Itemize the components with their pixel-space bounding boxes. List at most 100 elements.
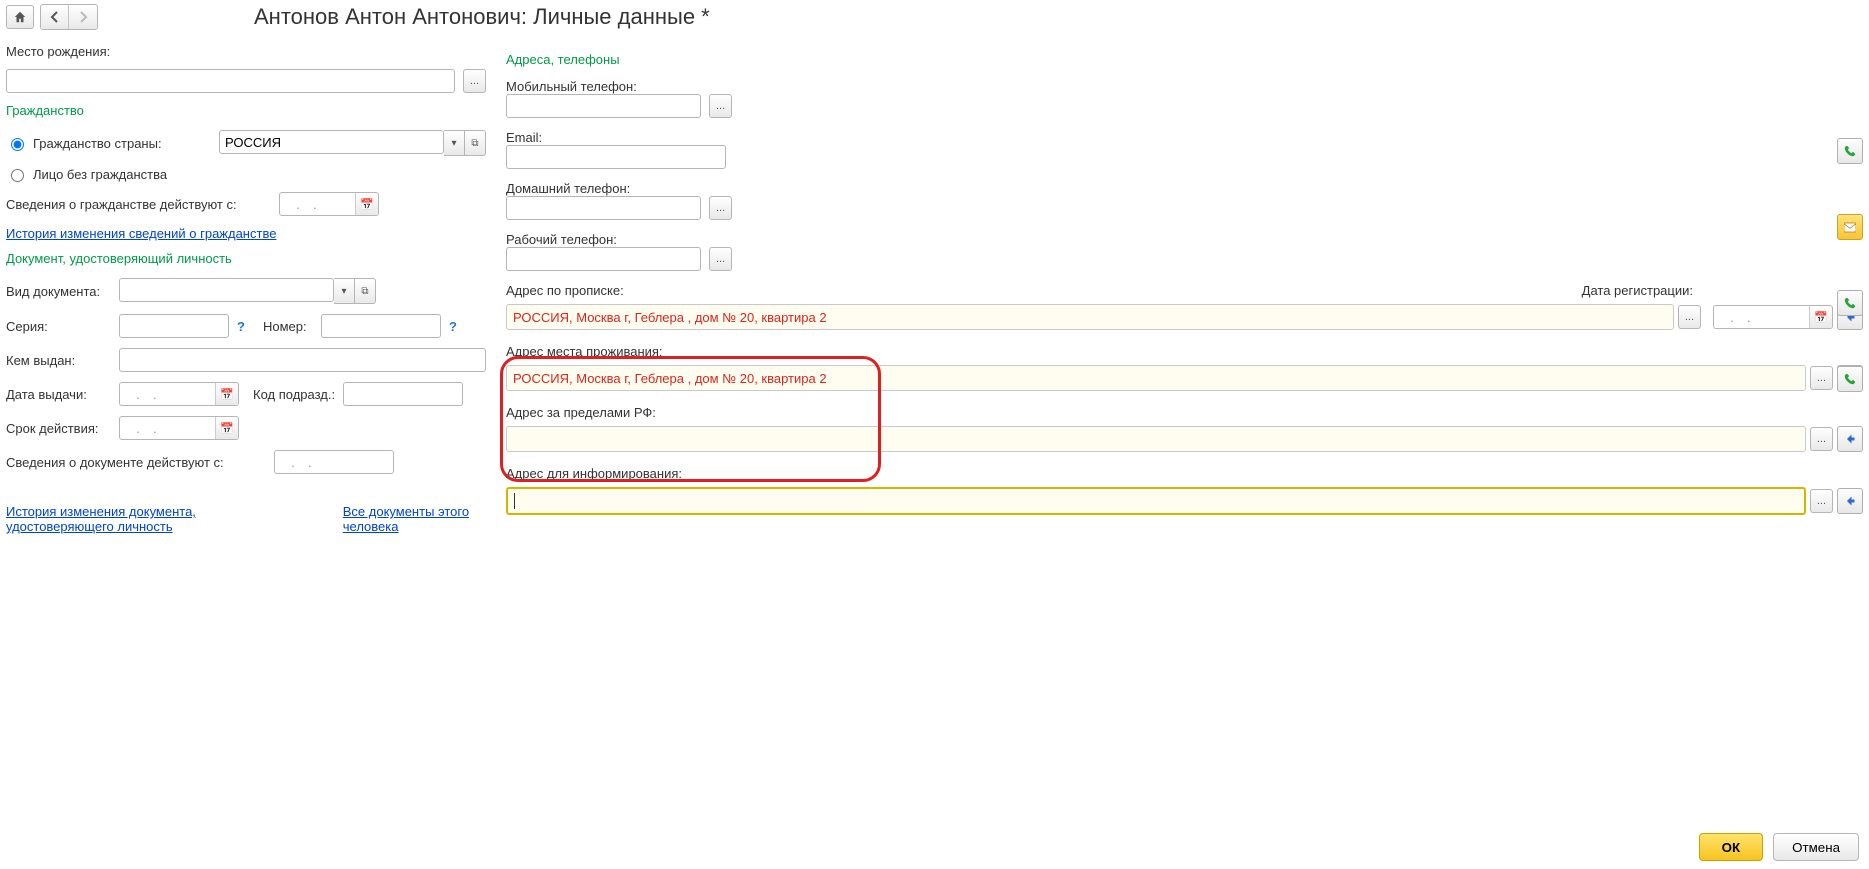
cancel-button[interactable]: Отмена xyxy=(1773,833,1859,861)
issuedate-label: Дата выдачи: xyxy=(6,387,111,402)
phone-icon xyxy=(1844,296,1856,310)
reg-date[interactable]: 📅 xyxy=(1713,305,1833,329)
mail-icon xyxy=(1844,222,1856,233)
notify-addr-label: Адрес для информирования: xyxy=(506,466,1863,481)
identity-section-title: Документ, удостоверяющий личность xyxy=(6,251,486,266)
mobile-phone-lookup-button[interactable]: ... xyxy=(709,94,732,118)
calendar-icon: 📅 xyxy=(1814,311,1828,324)
series-input[interactable] xyxy=(119,314,229,338)
chevron-down-icon: ▾ xyxy=(451,138,456,149)
text-cursor xyxy=(514,493,515,509)
country-open-button[interactable]: ⧉ xyxy=(465,130,486,156)
number-input[interactable] xyxy=(321,314,441,338)
home-phone-label: Домашний телефон: xyxy=(506,181,1863,196)
doc-history-link[interactable]: История изменения документа, удостоверяю… xyxy=(6,504,245,534)
nav-group xyxy=(40,4,98,30)
right-tools xyxy=(1837,138,1863,392)
citizenship-validfrom-label: Сведения о гражданстве действуют с: xyxy=(6,197,271,212)
notify-addr-copy-button[interactable] xyxy=(1837,488,1863,514)
reg-date-label: Дата регистрации: xyxy=(1582,283,1693,298)
chevron-down-icon: ▾ xyxy=(341,286,346,297)
live-addr-input[interactable]: РОССИЯ, Москва г, Геблера , дом № 20, кв… xyxy=(506,365,1806,391)
calendar-icon: 📅 xyxy=(220,422,234,435)
country-input[interactable] xyxy=(219,130,444,154)
reg-addr-field: РОССИЯ, Москва г, Геблера , дом № 20, кв… xyxy=(506,304,1863,330)
dial-work-button[interactable] xyxy=(1837,366,1863,392)
arrow-left-icon xyxy=(1844,494,1856,508)
birthplace-lookup-button[interactable]: ... xyxy=(463,69,486,93)
doctype-combobox[interactable]: ▾ ⧉ xyxy=(119,278,376,304)
email-label: Email: xyxy=(506,130,1863,145)
stateless-radio[interactable] xyxy=(11,169,24,182)
abroad-addr-copy-button[interactable] xyxy=(1837,426,1863,452)
all-docs-link[interactable]: Все документы этого человека xyxy=(343,504,486,534)
reg-addr-value: РОССИЯ, Москва г, Геблера , дом № 20, кв… xyxy=(513,310,827,325)
abroad-addr-lookup-button[interactable]: ... xyxy=(1810,427,1833,451)
dial-home-button[interactable] xyxy=(1837,290,1863,316)
doctype-open-button[interactable]: ⧉ xyxy=(355,278,376,304)
arrow-left-icon xyxy=(49,11,61,23)
abroad-addr-input[interactable] xyxy=(506,426,1806,452)
contacts-section-title: Адреса, телефоны xyxy=(506,52,1863,67)
send-email-button[interactable] xyxy=(1837,214,1863,240)
docinfo-validfrom-label: Сведения о документе действуют с: xyxy=(6,455,266,470)
calendar-button[interactable]: 📅 xyxy=(1809,306,1832,328)
birthplace-label: Место рождения: xyxy=(6,44,110,59)
calendar-icon: 📅 xyxy=(360,198,374,211)
notify-addr-input[interactable] xyxy=(506,487,1806,515)
work-phone-lookup-button[interactable]: ... xyxy=(709,247,732,271)
citizenship-country-radio[interactable] xyxy=(11,138,24,151)
validity-date[interactable]: 📅 xyxy=(119,416,239,440)
doctype-dropdown-button[interactable]: ▾ xyxy=(334,278,355,304)
birthplace-input[interactable] xyxy=(6,69,455,93)
work-phone-input[interactable] xyxy=(506,247,701,271)
citizenship-history-link[interactable]: История изменения сведений о гражданстве xyxy=(6,226,276,241)
notify-addr-lookup-button[interactable]: ... xyxy=(1810,489,1833,513)
forward-button[interactable] xyxy=(69,5,97,29)
reg-addr-input[interactable]: РОССИЯ, Москва г, Геблера , дом № 20, кв… xyxy=(506,304,1674,330)
number-help-icon[interactable]: ? xyxy=(449,319,457,334)
home-phone-lookup-button[interactable]: ... xyxy=(709,196,732,220)
stateless-radio-text: Лицо без гражданства xyxy=(33,167,167,182)
work-phone-label: Рабочий телефон: xyxy=(506,232,1863,247)
home-phone-input[interactable] xyxy=(506,196,701,220)
open-icon: ⧉ xyxy=(471,138,478,149)
live-addr-label: Адрес места проживания: xyxy=(506,344,1863,359)
reg-addr-label: Адрес по прописке: xyxy=(506,283,624,298)
arrow-right-icon xyxy=(77,11,89,23)
home-icon xyxy=(13,10,27,24)
calendar-button[interactable]: 📅 xyxy=(215,383,238,405)
email-input[interactable] xyxy=(506,145,726,169)
citizenship-country-radio-label[interactable]: Гражданство страны: xyxy=(6,135,211,151)
phone-icon xyxy=(1844,144,1856,158)
page-title: Антонов Антон Антонович: Личные данные * xyxy=(254,4,710,30)
back-button[interactable] xyxy=(41,5,69,29)
dial-mobile-button[interactable] xyxy=(1837,138,1863,164)
validity-label: Срок действия: xyxy=(6,421,111,436)
series-help-icon[interactable]: ? xyxy=(237,319,245,334)
calendar-button[interactable]: 📅 xyxy=(355,193,378,215)
doctype-input[interactable] xyxy=(119,278,334,302)
deptcode-input[interactable] xyxy=(343,382,463,406)
issuedate-date[interactable]: 📅 xyxy=(119,382,239,406)
abroad-addr-label: Адрес за пределами РФ: xyxy=(506,405,1863,420)
stateless-radio-label[interactable]: Лицо без гражданства xyxy=(6,166,167,182)
country-dropdown-button[interactable]: ▾ xyxy=(444,130,465,156)
ok-button[interactable]: ОК xyxy=(1699,833,1764,861)
mobile-phone-input[interactable] xyxy=(506,94,701,118)
docinfo-validfrom-date[interactable] xyxy=(274,450,394,474)
abroad-addr-field: ... xyxy=(506,426,1863,452)
calendar-icon: 📅 xyxy=(220,388,234,401)
toolbar: Антонов Антон Антонович: Личные данные * xyxy=(0,0,1869,34)
live-addr-field: РОССИЯ, Москва г, Геблера , дом № 20, кв… xyxy=(506,365,1863,391)
reg-addr-lookup-button[interactable]: ... xyxy=(1678,305,1701,329)
issuedby-input[interactable] xyxy=(119,348,486,372)
home-button[interactable] xyxy=(6,5,34,29)
docinfo-validfrom-input[interactable] xyxy=(274,450,394,474)
series-label: Серия: xyxy=(6,319,111,334)
country-combobox[interactable]: ▾ ⧉ xyxy=(219,130,486,156)
mobile-phone-label: Мобильный телефон: xyxy=(506,79,1863,94)
citizenship-validfrom-date[interactable]: 📅 xyxy=(279,192,379,216)
live-addr-lookup-button[interactable]: ... xyxy=(1810,366,1833,390)
calendar-button[interactable]: 📅 xyxy=(215,417,238,439)
